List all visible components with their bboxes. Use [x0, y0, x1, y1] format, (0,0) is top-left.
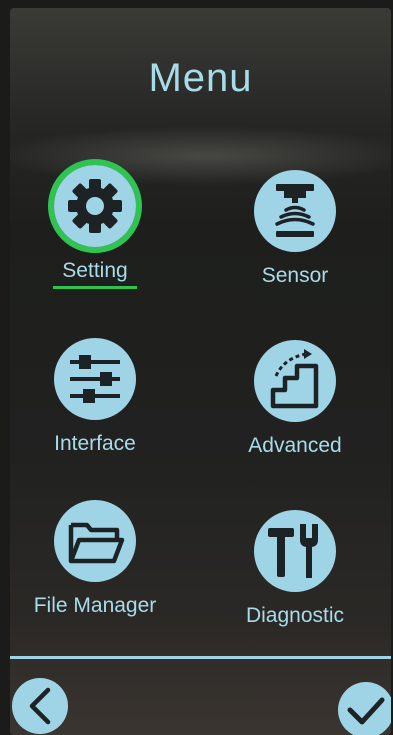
back-button[interactable] [12, 678, 68, 734]
menu-item-diagnostic[interactable]: Diagnostic [200, 510, 390, 650]
chevron-left-icon [29, 687, 51, 725]
page-title: Menu [148, 56, 253, 100]
menu-item-sensor[interactable]: Sensor [200, 170, 390, 310]
menu-item-advanced[interactable]: Advanced [200, 340, 390, 480]
menu-item-label: Advanced [248, 434, 342, 457]
stairs-icon [254, 340, 336, 422]
menu-item-setting[interactable]: Setting [10, 159, 190, 305]
device-screen: Menu Setting Sensor Interface Advanced F… [10, 8, 391, 735]
sliders-icon [54, 338, 136, 420]
selection-underline [53, 286, 137, 289]
menu-item-file-manager[interactable]: File Manager [10, 500, 190, 640]
menu-item-label: Setting [62, 259, 128, 282]
confirm-button[interactable] [338, 682, 391, 735]
gear-icon [54, 165, 136, 247]
tools-icon [254, 510, 336, 592]
menu-item-label: Interface [54, 432, 136, 455]
sensor-icon [254, 170, 336, 252]
menu-item-label: File Manager [33, 594, 157, 617]
footer-divider [10, 656, 391, 659]
folder-icon [54, 500, 136, 582]
menu-item-label: Sensor [261, 264, 329, 287]
menu-item-interface[interactable]: Interface [10, 338, 190, 478]
checkmark-icon [347, 697, 385, 725]
menu-item-label: Diagnostic [245, 604, 345, 627]
